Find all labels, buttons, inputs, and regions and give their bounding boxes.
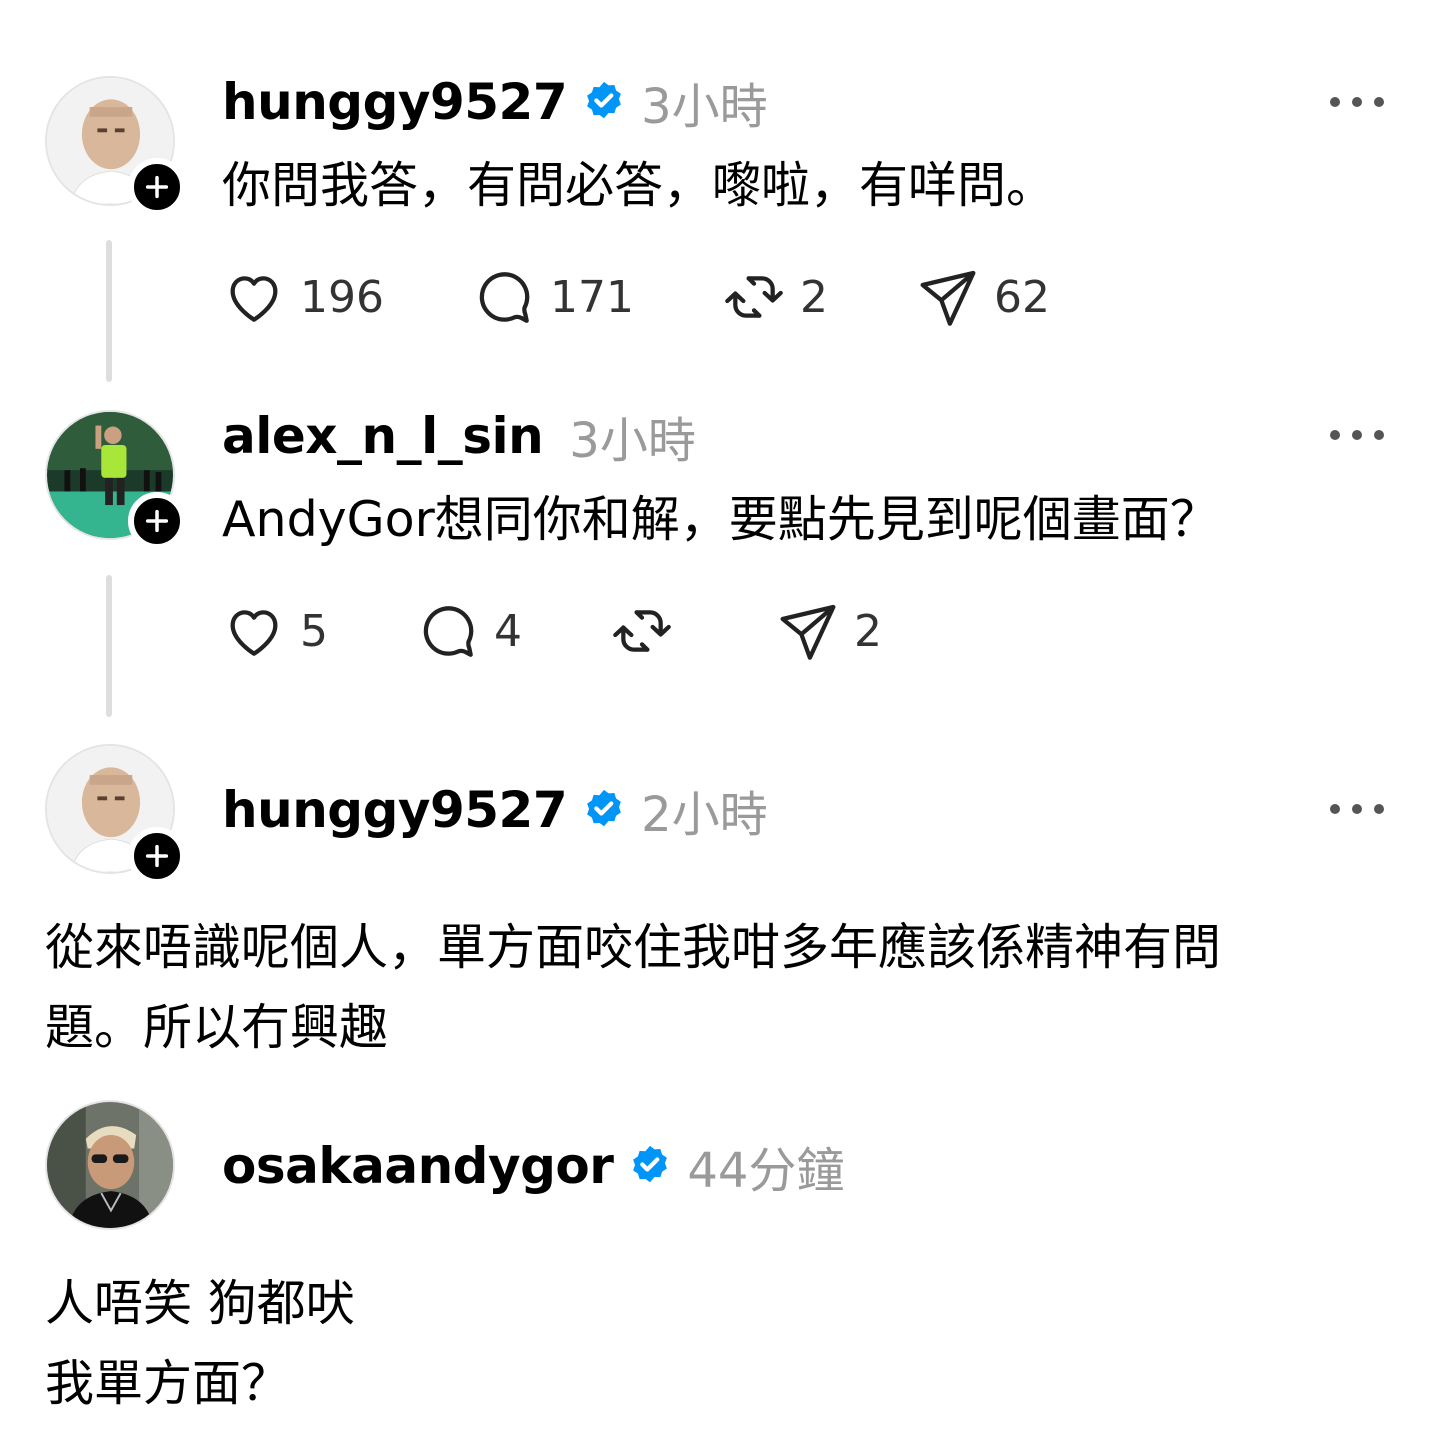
plus-icon	[145, 844, 169, 868]
like-button[interactable]: 196	[222, 265, 384, 329]
more-dot	[1374, 804, 1384, 814]
post-text: AndyGor想同你和解，要點先見到呢個畫面？	[222, 480, 1219, 560]
verified-badge-icon	[633, 1145, 668, 1183]
share-count: 62	[993, 271, 1050, 323]
timestamp: 2小時	[641, 787, 768, 843]
heart-icon	[230, 610, 278, 656]
more-icon	[1330, 97, 1340, 107]
post-text: 從來唔識呢個人，單方面咬住我咁多年應該係精神有問 題。所以冇興趣	[45, 908, 1221, 1068]
follow-button[interactable]	[128, 827, 186, 885]
share-count: 2	[854, 605, 882, 657]
repost-icon	[725, 276, 783, 318]
username[interactable]: hunggy9527	[222, 73, 568, 131]
like-button[interactable]: 5	[222, 599, 328, 663]
repost-count: 2	[799, 271, 828, 323]
post-text-line: 人唔笑 狗都吠	[45, 1275, 355, 1332]
heart-icon	[230, 276, 278, 322]
post-text-line: 我單方面？	[45, 1355, 291, 1412]
timestamp: 3小時	[569, 413, 696, 469]
repost-icon	[613, 610, 671, 652]
reply-count: 171	[549, 271, 634, 323]
more-button[interactable]	[1330, 92, 1384, 112]
username[interactable]: alex_n_l_sin	[222, 407, 544, 465]
post-text: 你問我答，有問必答，嚟啦，有咩問。	[222, 146, 1055, 226]
more-dot	[1352, 804, 1362, 814]
more-button[interactable]	[1330, 799, 1384, 819]
more-dot	[1352, 430, 1362, 440]
plus-icon	[145, 509, 169, 533]
post-header: alex_n_l_sin 3小時	[222, 406, 696, 469]
verified-badge-icon	[587, 81, 621, 119]
timestamp: 3小時	[641, 79, 768, 135]
timestamp: 44分鐘	[687, 1143, 845, 1199]
post-text-line: 從來唔識呢個人，單方面咬住我咁多年應該係精神有問	[45, 919, 1222, 976]
like-count: 5	[300, 605, 328, 657]
more-dot	[1352, 97, 1362, 107]
send-icon	[780, 604, 836, 660]
action-bar: 196 171 2 62	[222, 262, 1050, 332]
more-button[interactable]	[1330, 425, 1384, 445]
avatar-image	[47, 1102, 173, 1228]
follow-button[interactable]	[128, 158, 186, 216]
send-icon	[920, 270, 976, 326]
post-header: hunggy9527 2小時	[222, 780, 768, 843]
avatar[interactable]	[45, 1100, 175, 1230]
post-text: 人唔笑 狗都吠 我單方面？	[45, 1264, 355, 1424]
share-button[interactable]: 2	[776, 599, 882, 663]
post-header: osakaandygor 44分鐘	[222, 1136, 844, 1199]
share-button[interactable]: 62	[916, 265, 1050, 329]
more-dot	[1374, 97, 1384, 107]
reply-button[interactable]: 171	[472, 265, 634, 329]
plus-icon	[145, 175, 169, 199]
more-icon	[1330, 430, 1340, 440]
reply-button[interactable]: 4	[416, 599, 522, 663]
post-header: hunggy9527 3小時	[222, 72, 768, 135]
thread-line	[106, 575, 112, 717]
repost-button[interactable]	[610, 599, 688, 663]
post-text-line: 你問我答，有問必答，嚟啦，有咩問。	[222, 157, 1056, 214]
reply-count: 4	[494, 605, 522, 657]
verified-badge-icon	[587, 789, 621, 827]
more-icon	[1330, 804, 1340, 814]
post-text-line: 題。所以冇興趣	[45, 999, 389, 1056]
follow-button[interactable]	[128, 492, 186, 550]
more-dot	[1374, 430, 1384, 440]
thread-line	[106, 240, 112, 382]
username[interactable]: hunggy9527	[222, 781, 568, 839]
comment-icon	[423, 606, 474, 657]
like-count: 196	[300, 271, 384, 323]
repost-button[interactable]: 2	[722, 265, 828, 329]
post-text-line: AndyGor想同你和解，要點先見到呢個畫面？	[222, 491, 1219, 548]
username[interactable]: osakaandygor	[222, 1137, 614, 1195]
action-bar: 5 4 2	[222, 596, 882, 666]
comment-icon	[479, 272, 530, 323]
